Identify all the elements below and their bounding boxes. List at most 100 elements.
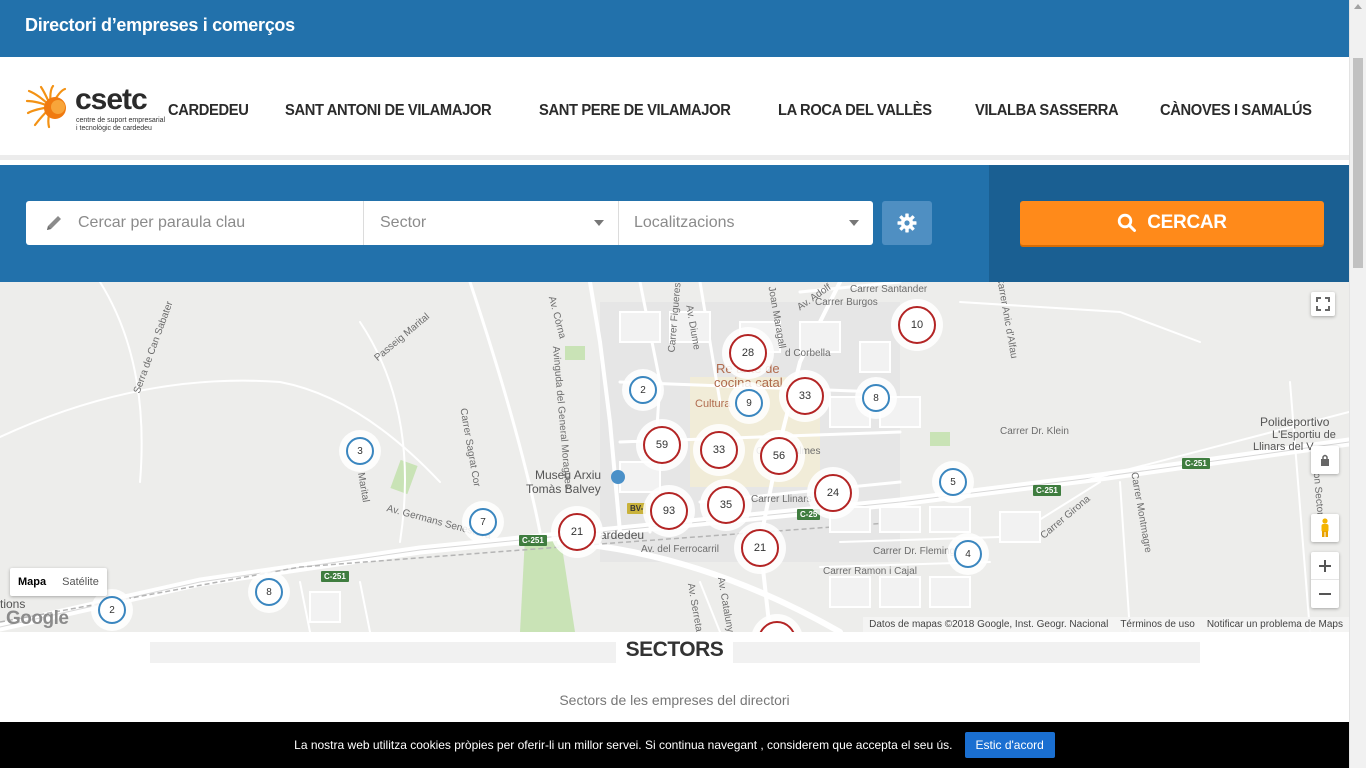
search-icon [1118, 213, 1137, 232]
fullscreen-icon [1316, 297, 1330, 311]
map-label-ferrocarril: Av. del Ferrocarril [641, 544, 719, 555]
page: Directori d’empreses i comerços csetc ce… [0, 0, 1366, 768]
sectors-section: SECTORS Sectors de les empreses del dire… [0, 632, 1349, 722]
map-cluster[interactable]: 59 [636, 419, 688, 471]
map-cluster[interactable]: 24 [807, 467, 859, 519]
map-cluster[interactable]: 7 [462, 501, 504, 543]
map-type-map-button[interactable]: Mapa [10, 568, 54, 596]
map-label-ramon: Carrer Ramon i Cajal [823, 566, 917, 577]
nav-item-la-roca[interactable]: LA ROCA DEL VALLÈS [778, 102, 932, 120]
header: csetc centre de suport empresarial i tec… [0, 57, 1349, 160]
page-scrollbar[interactable] [1349, 0, 1366, 768]
map-type-satellite-button[interactable]: Satélite [54, 568, 107, 596]
cluster-count: 2 [98, 596, 126, 624]
cluster-count: 35 [707, 486, 745, 524]
divider [733, 642, 1200, 663]
map-label-restaurant-4: Cultura [695, 398, 731, 410]
search-button[interactable]: CERCAR [1020, 201, 1324, 245]
cluster-count: 7 [469, 508, 497, 536]
map-cluster[interactable]: 10 [891, 299, 943, 351]
cluster-count: 4 [954, 540, 982, 568]
nav-item-vilalba[interactable]: VILALBA SASSERRA [975, 102, 1119, 120]
street-view-button[interactable] [1311, 514, 1339, 542]
sector-select-label: Sector [380, 214, 427, 231]
logo-wordmark: csetc [75, 83, 148, 116]
map-cluster[interactable]: 93 [643, 485, 695, 537]
map-cluster[interactable]: 3 [339, 430, 381, 472]
map-cluster[interactable]: 33 [693, 424, 745, 476]
gear-icon [897, 213, 917, 233]
cookie-text: La nostra web utilitza cookies pròpies p… [294, 738, 953, 752]
cluster-count: 33 [786, 377, 824, 415]
lock-button[interactable] [1311, 446, 1339, 474]
nav-item-canoves[interactable]: CÀNOVES I SAMALÚS [1160, 102, 1312, 120]
map-cluster[interactable]: 21 [734, 522, 786, 574]
nav-item-sant-antoni[interactable]: SANT ANTONI DE VILAMAJOR [285, 102, 492, 120]
pencil-icon [47, 216, 61, 230]
map-cluster[interactable]: 2 [622, 369, 664, 411]
cluster-count: 3 [346, 437, 374, 465]
cluster-count: 28 [729, 334, 767, 372]
map-terms-link[interactable]: Términos de uso [1120, 617, 1194, 632]
map-cluster[interactable]: 33 [779, 370, 831, 422]
map-type-toggle: Mapa Satélite [10, 568, 107, 596]
map-cluster[interactable]: 8 [855, 377, 897, 419]
zoom-in-button[interactable] [1311, 552, 1339, 580]
map-cluster[interactable]: 4 [947, 533, 989, 575]
zoom-out-button[interactable] [1311, 580, 1339, 608]
cluster-count: 93 [650, 492, 688, 530]
cluster-count: 56 [760, 437, 798, 475]
map-label-fleming: Carrer Dr. Fleming [873, 546, 956, 557]
map-label-llinars: Carrer Llinars [751, 494, 812, 505]
museum-pin-icon[interactable] [611, 470, 625, 484]
chevron-down-icon [594, 220, 604, 226]
keyword-segment [26, 201, 364, 245]
google-logo: Google [6, 608, 69, 629]
csetc-logo[interactable]: csetc centre de suport empresarial i tec… [25, 83, 175, 135]
map-cluster[interactable]: 28 [722, 327, 774, 379]
map-cluster[interactable]: 56 [753, 430, 805, 482]
cluster-count: 5 [939, 468, 967, 496]
divider [150, 642, 616, 663]
map-label-cardedeu: ardedeu [600, 528, 645, 542]
road-shield-c251: C-251 [519, 535, 547, 546]
map-cluster[interactable]: 8 [248, 571, 290, 613]
nav-item-sant-pere[interactable]: SANT PERE DE VILAMAJOR [539, 102, 731, 120]
search-button-label: CERCAR [1147, 212, 1227, 233]
sector-select[interactable]: Sector [364, 201, 619, 245]
cluster-count: 10 [898, 306, 936, 344]
map-label-poli-3: Llinars del V [1253, 441, 1314, 453]
map-footer: Datos de mapas ©2018 Google, Inst. Geogr… [863, 617, 1349, 632]
map-label-santander: Carrer Santander [850, 284, 928, 295]
map-label-klein: Carrer Dr. Klein [1000, 426, 1069, 437]
advanced-settings-button[interactable] [882, 201, 932, 245]
main-nav: CARDEDEU SANT ANTONI DE VILAMAJOR SANT P… [168, 102, 1325, 120]
lock-icon [1321, 454, 1329, 466]
map-label-corbella: d Corbella [785, 348, 831, 359]
site-title: Directori d’empreses i comerços [25, 15, 295, 35]
map-view[interactable]: Museu Arxiu Tomàs Balvey ardedeu Re ante… [0, 282, 1349, 632]
map-cluster[interactable]: 9 [728, 382, 770, 424]
sectors-title: SECTORS [625, 638, 724, 661]
map-cluster[interactable]: 5 [932, 461, 974, 503]
map-data-attribution: Datos de mapas ©2018 Google, Inst. Geogr… [869, 619, 1109, 630]
top-bar: Directori d’empreses i comerços [0, 0, 1349, 57]
map-label-poli: Polideportivo [1260, 415, 1330, 429]
nav-item-cardedeu[interactable]: CARDEDEU [168, 102, 249, 120]
cluster-count: 59 [643, 426, 681, 464]
sun-logo-icon [25, 85, 67, 129]
pegman-icon [1321, 518, 1329, 537]
cluster-count: 21 [558, 513, 596, 551]
map-report-link[interactable]: Notificar un problema de Maps [1207, 617, 1343, 632]
cookie-accept-button[interactable]: Estic d'acord [964, 732, 1055, 758]
map-cluster[interactable]: 21 [551, 506, 603, 558]
cluster-ring [758, 621, 796, 632]
keyword-input[interactable] [78, 214, 338, 232]
plus-icon [1319, 559, 1331, 572]
scroll-thumb[interactable] [1353, 58, 1363, 268]
scroll-up-arrow-icon[interactable] [1354, 4, 1362, 9]
map-cluster[interactable]: 35 [700, 479, 752, 531]
location-select[interactable]: Localitzacions [619, 201, 873, 245]
fullscreen-button[interactable] [1311, 292, 1335, 316]
logo-subtitle-1: centre de suport empresarial [76, 117, 166, 124]
